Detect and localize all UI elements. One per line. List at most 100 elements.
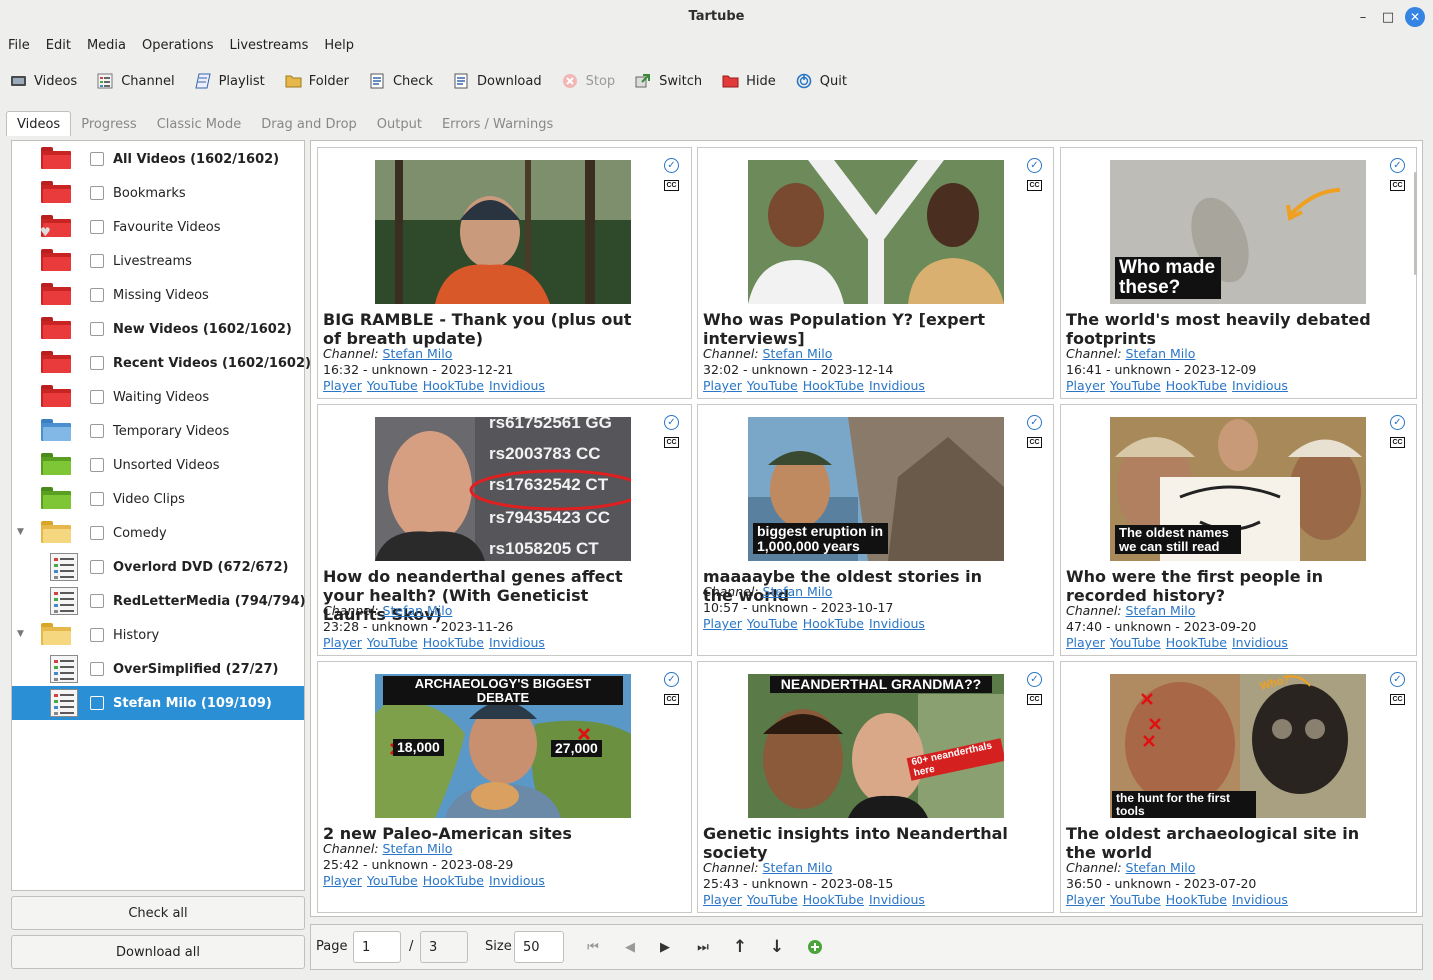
checkbox[interactable] (90, 560, 104, 574)
sidebar-item-stefan-milo[interactable]: Stefan Milo (109/109) (12, 686, 304, 720)
page-input[interactable]: 1 (353, 931, 401, 963)
sidebar-item-redlettermedia[interactable]: RedLetterMedia (794/794) (12, 584, 306, 618)
video-thumbnail[interactable]: Who made these? (1110, 160, 1366, 304)
tab-classic-mode[interactable]: Classic Mode (147, 112, 252, 136)
hooktube-link[interactable]: HookTube (803, 892, 864, 907)
tab-output[interactable]: Output (367, 112, 432, 136)
add-icon[interactable] (805, 937, 825, 957)
invidious-link[interactable]: Invidious (869, 616, 925, 631)
player-link[interactable]: Player (703, 378, 742, 393)
video-card[interactable]: ✓ CC Who was Population Y? [expert inter… (697, 147, 1054, 399)
channel-link[interactable]: Stefan Milo (1126, 603, 1196, 618)
invidious-link[interactable]: Invidious (869, 892, 925, 907)
video-card[interactable]: NEANDERTHAL GRANDMA?? 60+ neanderthals h… (697, 661, 1054, 913)
hooktube-link[interactable]: HookTube (1166, 635, 1227, 650)
invidious-link[interactable]: Invidious (1232, 378, 1288, 393)
checkbox[interactable] (90, 458, 104, 472)
youtube-link[interactable]: YouTube (367, 635, 418, 650)
sidebar-item-overlord-dvd[interactable]: Overlord DVD (672/672) (12, 550, 304, 584)
channel-link[interactable]: Stefan Milo (763, 584, 833, 599)
menu-help[interactable]: Help (316, 34, 362, 58)
channel-link[interactable]: Stefan Milo (1126, 346, 1196, 361)
download-all-button[interactable]: Download all (11, 935, 305, 969)
channel-link[interactable]: Stefan Milo (383, 841, 453, 856)
sidebar-item-missing-videos[interactable]: Missing Videos (12, 278, 304, 312)
sidebar-item-unsorted-videos[interactable]: Unsorted Videos (12, 448, 304, 482)
player-link[interactable]: Player (323, 378, 362, 393)
sidebar-item-video-clips[interactable]: Video Clips (12, 482, 304, 516)
video-card[interactable]: The oldest names we can still read ✓ CC … (1060, 404, 1417, 656)
hooktube-link[interactable]: HookTube (423, 378, 484, 393)
video-card[interactable]: ARCHAEOLOGY'S BIGGEST DEBATE 18,000 27,0… (317, 661, 692, 913)
player-link[interactable]: Player (323, 635, 362, 650)
player-link[interactable]: Player (1066, 892, 1105, 907)
video-thumbnail[interactable]: rs61752561 GG rs2003783 CC rs17632542 CT… (375, 417, 631, 561)
switch-button[interactable]: Switch (625, 64, 712, 98)
video-thumbnail[interactable]: The oldest names we can still read (1110, 417, 1366, 561)
hooktube-link[interactable]: HookTube (1166, 892, 1227, 907)
checkbox[interactable] (90, 696, 104, 710)
youtube-link[interactable]: YouTube (367, 378, 418, 393)
sidebar-item-temporary-videos[interactable]: Temporary Videos (12, 414, 304, 448)
sidebar-item-recent-videos[interactable]: Recent Videos (1602/1602) (12, 346, 311, 380)
youtube-link[interactable]: YouTube (1110, 635, 1161, 650)
video-thumbnail[interactable]: NEANDERTHAL GRANDMA?? 60+ neanderthals h… (748, 674, 1004, 818)
player-link[interactable]: Player (1066, 635, 1105, 650)
hide-button[interactable]: Hide (712, 64, 786, 98)
hooktube-link[interactable]: HookTube (1166, 378, 1227, 393)
youtube-link[interactable]: YouTube (747, 616, 798, 631)
channel-link[interactable]: Stefan Milo (383, 603, 453, 618)
invidious-link[interactable]: Invidious (1232, 892, 1288, 907)
checkbox[interactable] (90, 594, 104, 608)
channel-link[interactable]: Stefan Milo (763, 346, 833, 361)
invidious-link[interactable]: Invidious (489, 873, 545, 888)
video-card[interactable]: biggest eruption in 1,000,000 years ✓ CC… (697, 404, 1054, 656)
player-link[interactable]: Player (703, 892, 742, 907)
invidious-link[interactable]: Invidious (489, 378, 545, 393)
youtube-link[interactable]: YouTube (1110, 892, 1161, 907)
channel-link[interactable]: Stefan Milo (383, 346, 453, 361)
checkbox[interactable] (90, 152, 104, 166)
size-input[interactable]: 50 (514, 931, 564, 963)
checkbox[interactable] (90, 424, 104, 438)
expander-down-icon[interactable]: ▼ (17, 527, 29, 539)
menu-file[interactable]: File (0, 34, 38, 58)
checkbox[interactable] (90, 662, 104, 676)
sidebar-item-history[interactable]: ▼ History (12, 618, 304, 652)
checkbox[interactable] (90, 220, 104, 234)
player-link[interactable]: Player (1066, 378, 1105, 393)
minimize-icon[interactable]: – (1353, 7, 1373, 27)
checkbox[interactable] (90, 526, 104, 540)
playlist-button[interactable]: Playlist (185, 64, 275, 98)
channel-button[interactable]: Channel (87, 64, 184, 98)
checkbox[interactable] (90, 356, 104, 370)
sidebar-item-bookmarks[interactable]: Bookmarks (12, 176, 304, 210)
menu-operations[interactable]: Operations (134, 34, 221, 58)
folder-button[interactable]: Folder (275, 64, 359, 98)
check-button[interactable]: Check (359, 64, 443, 98)
youtube-link[interactable]: YouTube (747, 378, 798, 393)
video-thumbnail[interactable]: ARCHAEOLOGY'S BIGGEST DEBATE 18,000 27,0… (375, 674, 631, 818)
hooktube-link[interactable]: HookTube (423, 873, 484, 888)
checkbox[interactable] (90, 288, 104, 302)
player-link[interactable]: Player (703, 616, 742, 631)
video-card[interactable]: ✓ CC BIG RAMBLE - Thank you (plus out of… (317, 147, 692, 399)
youtube-link[interactable]: YouTube (1110, 378, 1161, 393)
hooktube-link[interactable]: HookTube (423, 635, 484, 650)
sidebar-item-comedy[interactable]: ▼ Comedy (12, 516, 304, 550)
video-thumbnail[interactable] (748, 160, 1004, 304)
sidebar-item-favourite-videos[interactable]: ♥ Favourite Videos (12, 210, 304, 244)
quit-button[interactable]: Quit (786, 64, 857, 98)
sidebar-item-waiting-videos[interactable]: Waiting Videos (12, 380, 304, 414)
checkbox[interactable] (90, 628, 104, 642)
tab-drag-and-drop[interactable]: Drag and Drop (251, 112, 367, 136)
scroll-up-icon[interactable]: ↑ (730, 937, 750, 957)
hooktube-link[interactable]: HookTube (803, 616, 864, 631)
check-all-button[interactable]: Check all (11, 896, 305, 930)
invidious-link[interactable]: Invidious (869, 378, 925, 393)
video-card[interactable]: the hunt for the first tools Who? ✓ CC T… (1060, 661, 1417, 913)
checkbox[interactable] (90, 390, 104, 404)
channel-link[interactable]: Stefan Milo (1126, 860, 1196, 875)
grid-scrollbar[interactable] (1414, 172, 1417, 275)
menu-edit[interactable]: Edit (38, 34, 79, 58)
